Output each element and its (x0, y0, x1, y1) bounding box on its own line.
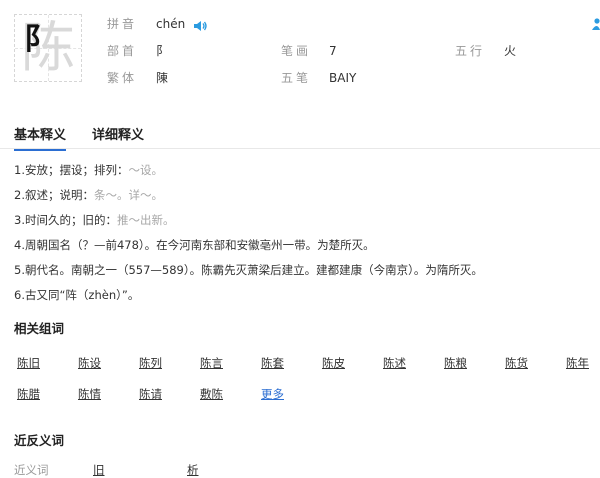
related-word-link[interactable]: 陈旧 (17, 353, 40, 373)
wubi-value: BAIY (329, 71, 357, 85)
definition-item: 4.周朝国名（？—前478）。在今河南东部和安徽亳州一带。为楚所灭。 (14, 233, 594, 258)
wuxing-value: 火 (504, 44, 517, 58)
wubi-label: 五笔 (281, 71, 312, 85)
related-word-link[interactable]: 陈请 (139, 384, 162, 404)
speaker-icon[interactable] (194, 17, 207, 36)
related-word-link[interactable]: 陈年 (566, 353, 589, 373)
synonyms-title: 近反义词 (14, 433, 65, 448)
pinyin-label: 拼音 (107, 17, 138, 31)
related-words-title: 相关组词 (14, 321, 65, 336)
radical-value: 阝 (156, 44, 169, 58)
traditional-value: 陳 (156, 71, 169, 85)
wuxing-label: 五行 (455, 44, 486, 58)
definition-example: 条～。详～。 (93, 188, 163, 202)
definition-list: 1.安放；摆设；排列：～设。 2.叙述；说明：条～。详～。 3.时间久的；旧的：… (14, 158, 594, 308)
synonym-link[interactable]: 析 (187, 462, 199, 478)
info-row-pinyin: 拼音 chén (0, 14, 600, 34)
info-row-radical: 部首 阝 笔画 7 五行 火 (0, 41, 600, 61)
definition-text: 2.叙述；说明： (14, 188, 94, 202)
tab-detailed-definition[interactable]: 详细释义 (92, 124, 144, 143)
related-word-link[interactable]: 陈皮 (322, 353, 345, 373)
strokes-label: 笔画 (281, 44, 312, 58)
definition-item: 1.安放；摆设；排列：～设。 (14, 158, 594, 183)
definition-tabs: 基本释义 详细释义 (0, 118, 600, 151)
definition-text: 3.时间久的；旧的： (14, 213, 117, 227)
related-word-link[interactable]: 陈列 (139, 353, 162, 373)
related-word-link[interactable]: 陈粮 (444, 353, 467, 373)
related-word-link[interactable]: 陈设 (78, 353, 101, 373)
definition-text: 1.安放；摆设；排列： (14, 163, 129, 177)
strokes-value: 7 (329, 44, 337, 58)
definition-text: 4.周朝国名（？—前478）。在今河南东部和安徽亳州一带。为楚所灭。 (14, 238, 375, 252)
related-word-link[interactable]: 敷陈 (200, 384, 223, 404)
more-words-link[interactable]: 更多 (261, 384, 284, 404)
tab-basic-definition[interactable]: 基本释义 (14, 124, 67, 151)
definition-text: 5.朝代名。南朝之一（557—589）。陈霸先灭萧梁后建立。建都建康（今南京）。… (14, 263, 483, 277)
related-word-link[interactable]: 陈情 (78, 384, 101, 404)
definition-example: 推～出新。 (116, 213, 175, 227)
user-icon[interactable] (592, 15, 600, 34)
info-row-traditional: 繁体 陳 五笔 BAIY (0, 68, 600, 88)
related-words-row-1: 陈旧 陈设 陈列 陈言 陈套 陈皮 陈述 陈粮 陈货 陈年 (17, 353, 600, 373)
pinyin-value: chén (156, 17, 186, 31)
traditional-label: 繁体 (107, 71, 138, 85)
related-word-link[interactable]: 陈言 (200, 353, 223, 373)
definition-item: 2.叙述；说明：条～。详～。 (14, 183, 594, 208)
definition-item: 6.古又同“阵（zhèn）”。 (14, 283, 594, 308)
definition-item: 5.朝代名。南朝之一（557—589）。陈霸先灭萧梁后建立。建都建康（今南京）。… (14, 258, 594, 283)
radical-label: 部首 (107, 44, 138, 58)
related-word-link[interactable]: 陈述 (383, 353, 406, 373)
definition-example: ～设。 (128, 163, 163, 177)
synonym-link[interactable]: 旧 (93, 462, 105, 478)
definition-text: 6.古又同“阵（zhèn）”。 (14, 288, 140, 302)
related-word-link[interactable]: 陈货 (505, 353, 528, 373)
related-word-link[interactable]: 陈腊 (17, 384, 40, 404)
related-word-link[interactable]: 陈套 (261, 353, 284, 373)
related-words-row-2: 陈腊 陈情 陈请 敷陈 更多 (17, 384, 600, 404)
synonyms-row-label: 近义词 (14, 463, 49, 477)
definition-item: 3.时间久的；旧的：推～出新。 (14, 208, 594, 233)
